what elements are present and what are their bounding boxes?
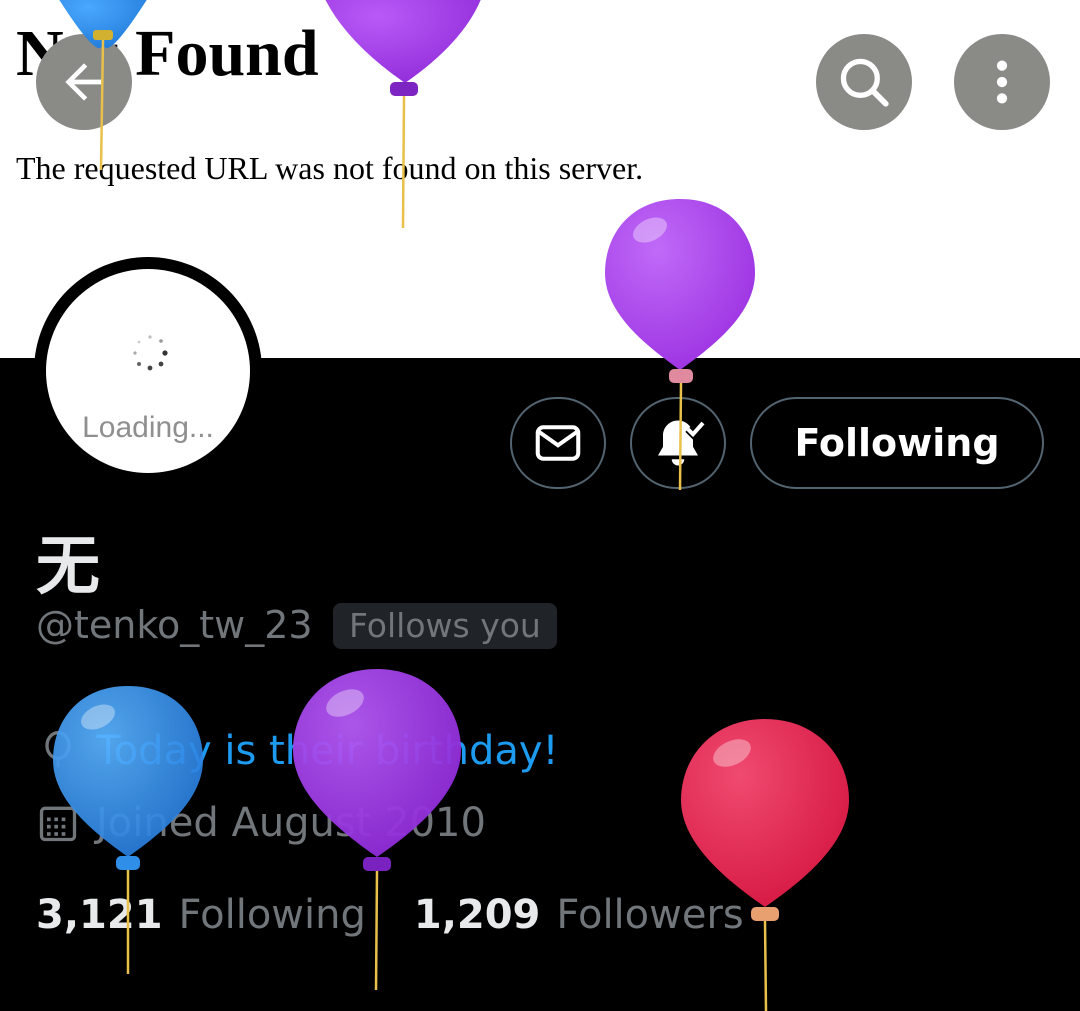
search-button[interactable] <box>816 34 912 130</box>
spinner-icon <box>133 335 168 371</box>
avatar[interactable]: Loading... <box>34 257 262 485</box>
loading-text: Loading... <box>82 411 214 444</box>
search-icon <box>840 58 889 107</box>
display-name: 无 <box>36 530 100 604</box>
balloon-decoration <box>53 686 203 974</box>
more-vertical-icon <box>996 60 1008 104</box>
balloon-decoration <box>681 719 849 1011</box>
envelope-icon <box>535 425 581 461</box>
more-button[interactable] <box>954 34 1050 130</box>
balloon-decoration <box>293 669 461 991</box>
balloon-decoration <box>325 0 481 229</box>
following-button[interactable]: Following <box>750 397 1044 489</box>
balloon-decoration <box>59 0 147 171</box>
message-button[interactable] <box>510 397 606 489</box>
avatar-image: Loading... <box>46 269 250 473</box>
follows-you-badge: Follows you <box>333 603 557 649</box>
user-handle: @tenko_tw_23 <box>36 603 313 647</box>
balloon-decoration <box>605 199 755 491</box>
